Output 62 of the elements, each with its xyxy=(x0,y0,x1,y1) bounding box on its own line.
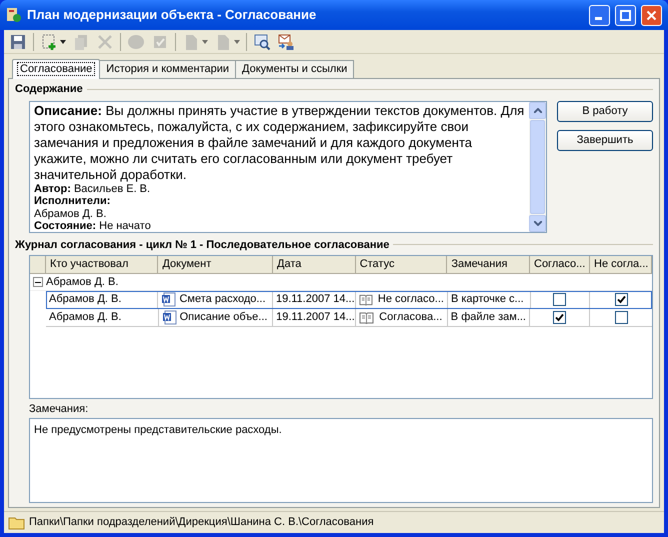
checkbox[interactable] xyxy=(614,293,628,306)
section-heading: Журнал согласования - цикл № 1 - Последовательное согласование xyxy=(15,238,390,252)
table-cell: В файле зам... xyxy=(448,309,530,327)
table-cell: 19.11.2007 14... xyxy=(272,291,356,309)
minimize-icon xyxy=(595,16,602,20)
group-label: Абрамов Д. В. xyxy=(46,274,118,290)
book-icon xyxy=(359,312,374,324)
scroll-down-icon xyxy=(534,220,542,226)
copy-icon xyxy=(72,32,90,50)
mail-person-icon xyxy=(277,32,295,50)
word-document-icon xyxy=(161,292,176,307)
detail-text: Автор: Васильев Е. В. xyxy=(34,182,152,195)
field-label: Замечания: xyxy=(29,402,90,417)
table-cell-text: Согласова... xyxy=(379,310,442,326)
detail-text: Абрамов Д. В. xyxy=(34,208,108,220)
table-cell-text: Описание объе... xyxy=(180,310,268,326)
checkbox[interactable] xyxy=(553,293,566,306)
app-icon xyxy=(6,7,22,23)
status-path: Папки\Папки подразделений\Дирекция\Шанина С. В.\Согласования xyxy=(29,515,374,530)
table-cell: В карточке с... xyxy=(448,291,531,309)
table-cell: Абрамов Д. В. xyxy=(46,309,159,327)
close-icon xyxy=(646,10,657,20)
scrollbar[interactable] xyxy=(529,102,546,232)
column-header[interactable]: Документ xyxy=(158,256,274,273)
checkbox[interactable] xyxy=(614,311,628,324)
tab[interactable]: Согласование xyxy=(12,59,100,79)
action-button[interactable]: Завершить xyxy=(557,130,653,150)
maximize-icon xyxy=(620,10,631,20)
detail-text: Исполнители: xyxy=(34,195,112,208)
table-cell-text: Смета расходо... xyxy=(179,292,266,308)
remarks-field[interactable]: Не предусмотрены представительские расходы. xyxy=(29,418,653,503)
table-row[interactable]: Абрамов Д. В. Смета расходо... 19.11.2007 14... Не согласо... В карточке с... xyxy=(46,291,652,309)
detail-text: Состояние: Не начато xyxy=(34,220,152,232)
scroll-up-icon xyxy=(534,108,542,112)
maximize-button[interactable] xyxy=(615,4,636,26)
close-button[interactable] xyxy=(641,4,662,26)
folder-icon xyxy=(8,516,26,530)
checkbox[interactable] xyxy=(553,311,566,324)
new-document-icon xyxy=(40,32,58,50)
column-header[interactable]: Кто участвовал xyxy=(46,256,158,273)
table-cell: 19.11.2007 14... xyxy=(273,309,356,327)
column-header[interactable]: Дата xyxy=(273,256,356,273)
description-text: Описание: Вы должны принять участие в утверждении текстов документов. Для этого ознакомьтесь, пожалуйста, с их содержанием, зафиксируйте свои замечания и предложения в файле замечаний и для каждого документа укажите, можно ли считать его согласованным или документ требует значительной доработки. xyxy=(34,102,525,182)
save-icon xyxy=(9,32,27,50)
minimize-button[interactable] xyxy=(589,4,610,26)
column-header[interactable]: Не согла... xyxy=(590,256,652,273)
table-cell-text: Не согласо... xyxy=(378,292,444,308)
book-icon xyxy=(358,294,373,306)
table-row[interactable]: Абрамов Д. В. Описание объе... 19.11.2007 14... Согласова... В файле зам... xyxy=(46,309,652,327)
section-heading: Содержание xyxy=(15,82,83,97)
column-header[interactable]: Согласо... xyxy=(530,256,590,273)
word-document-icon xyxy=(162,310,177,325)
action-button[interactable]: В работу xyxy=(557,100,653,122)
delete-icon xyxy=(96,32,114,50)
find-icon xyxy=(253,32,271,50)
window-title: План модернизации объекта - Согласование xyxy=(27,6,318,24)
column-header[interactable]: Замечания xyxy=(447,256,530,273)
column-header[interactable]: Статус xyxy=(356,256,448,273)
collapse-toggle[interactable] xyxy=(33,277,43,287)
tab[interactable]: История и комментарии xyxy=(100,60,236,78)
table-cell: Абрамов Д. В. xyxy=(46,291,158,309)
tab[interactable]: Документы и ссылки xyxy=(236,60,354,78)
